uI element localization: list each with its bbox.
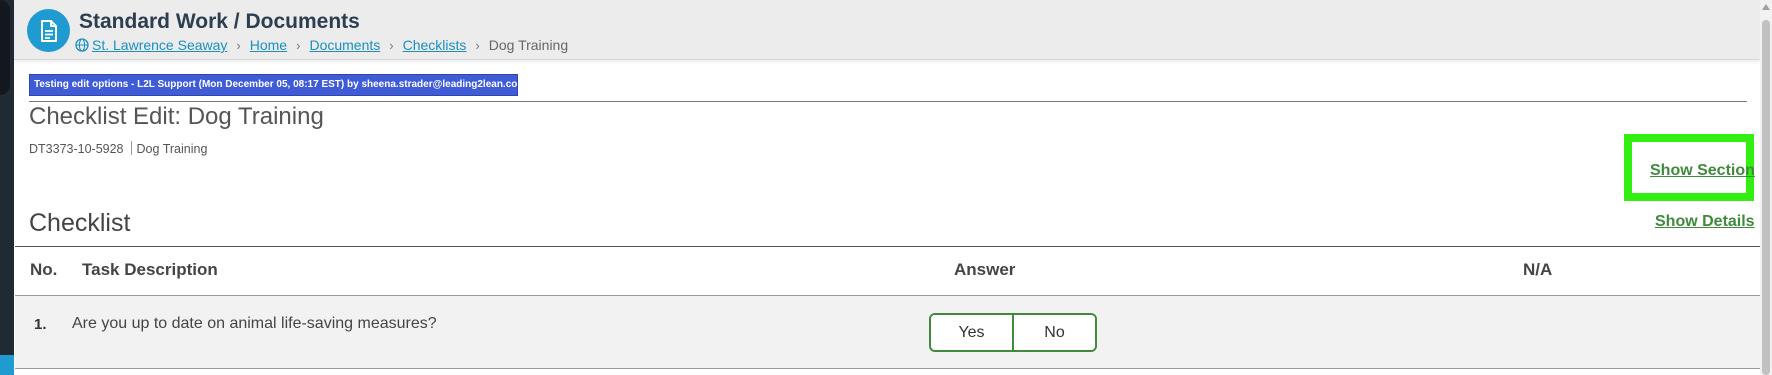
breadcrumb-separator: ›: [236, 37, 241, 53]
show-section-link[interactable]: Show Section: [1650, 162, 1755, 180]
scrollbar-thumb[interactable]: [1762, 20, 1770, 375]
page: Standard Work / Documents St. Lawrence S…: [0, 0, 1772, 375]
divider: [29, 101, 1747, 102]
column-header-na: N/A: [1523, 260, 1553, 279]
breadcrumb-separator: ›: [296, 37, 301, 53]
page-title: Checklist Edit: Dog Training: [29, 103, 324, 130]
breadcrumb: St. Lawrence Seaway › Home › Documents ›…: [75, 37, 568, 53]
breadcrumb-separator: ›: [389, 37, 394, 53]
scroll-up-icon[interactable]: [1762, 4, 1770, 10]
answer-toggle: Yes No: [929, 313, 1097, 352]
vertical-scrollbar[interactable]: [1760, 0, 1772, 375]
checklist-table-header: No. Task Description Answer N/A: [15, 247, 1762, 295]
side-nav-panel: [0, 0, 10, 95]
yes-button[interactable]: Yes: [931, 315, 1012, 350]
column-header-no: No.: [30, 260, 58, 279]
side-nav-edge: [0, 0, 14, 375]
edit-status-banner: Testing edit options - L2L Support (Mon …: [29, 74, 518, 96]
show-details-link[interactable]: Show Details: [1655, 213, 1755, 231]
checklist-section-title: Checklist: [29, 209, 131, 237]
breadcrumb-checklists-link[interactable]: Checklists: [403, 37, 467, 53]
breadcrumb-documents-link[interactable]: Documents: [309, 37, 380, 53]
no-button[interactable]: No: [1012, 315, 1095, 350]
app-header: Standard Work / Documents St. Lawrence S…: [14, 0, 1760, 60]
column-header-answer: Answer: [954, 260, 1016, 279]
column-header-task: Task Description: [82, 260, 218, 279]
document-name: Dog Training: [136, 142, 208, 156]
side-nav-accent: [0, 355, 14, 375]
document-number: DT3373-10-5928: [29, 142, 124, 156]
globe-icon: [75, 38, 89, 52]
breadcrumb-current: Dog Training: [488, 37, 569, 53]
document-meta: DT3373-10-5928 Dog Training: [29, 141, 207, 156]
breadcrumb-site-link[interactable]: St. Lawrence Seaway: [92, 37, 227, 53]
meta-divider: [130, 141, 132, 155]
breadcrumb-separator: ›: [475, 37, 480, 53]
task-description: Are you up to date on animal life-saving…: [72, 315, 437, 332]
task-number: 1.: [34, 316, 47, 333]
table-row: 1. Are you up to date on animal life-sav…: [15, 296, 1762, 369]
document-icon: [27, 9, 70, 52]
breadcrumb-home-link[interactable]: Home: [250, 37, 287, 53]
app-title: Standard Work / Documents: [79, 10, 360, 33]
